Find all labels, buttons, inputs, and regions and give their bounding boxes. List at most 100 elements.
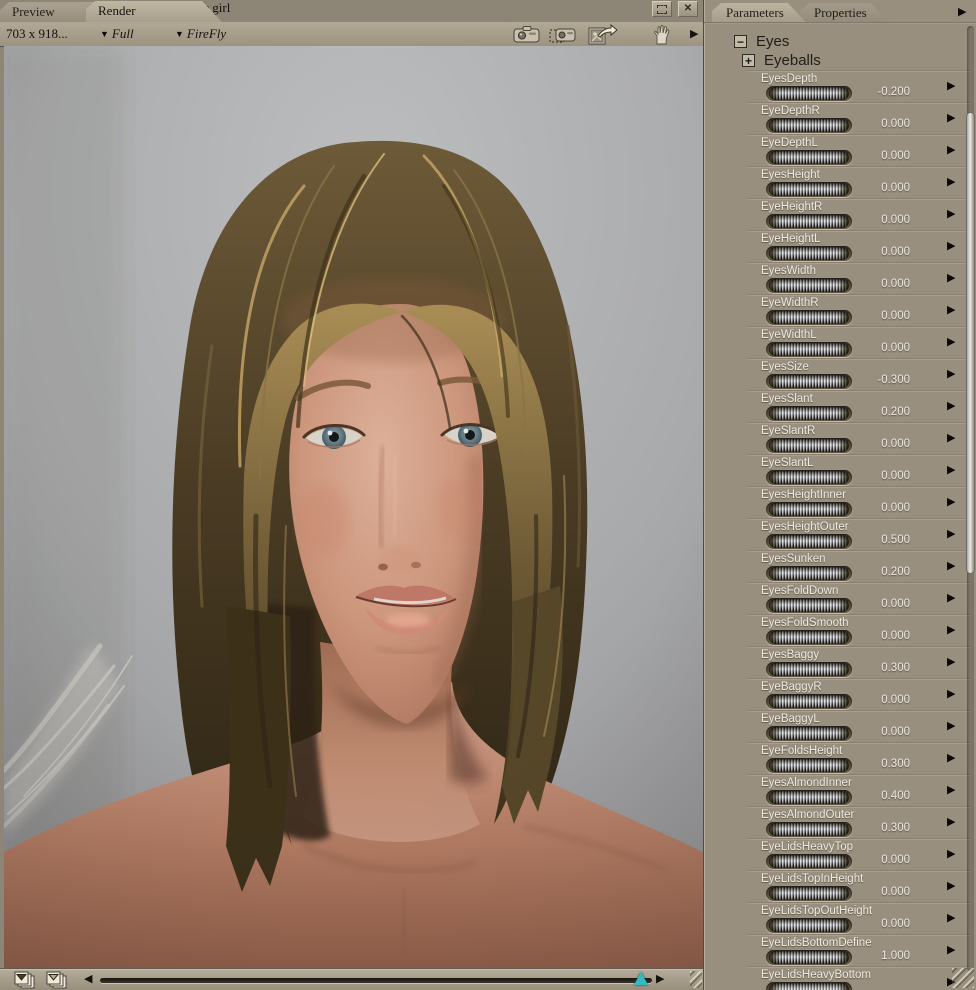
parameter-value[interactable]: 0.200 — [854, 566, 910, 578]
parameter-value[interactable]: 0.400 — [854, 790, 910, 802]
parameter-value[interactable]: 0.000 — [854, 438, 910, 450]
dial-knurl[interactable] — [769, 823, 849, 836]
tree-item-label[interactable]: Eyes — [756, 33, 789, 50]
parameter-flyout-icon[interactable]: ▶ — [947, 911, 955, 924]
parameter-dial[interactable] — [766, 598, 852, 613]
parameter-value[interactable]: -0.200 — [854, 86, 910, 98]
dial-knurl[interactable] — [769, 407, 849, 420]
parameter-flyout-icon[interactable]: ▶ — [947, 367, 955, 380]
parameter-flyout-icon[interactable]: ▶ — [947, 335, 955, 348]
dial-knurl[interactable] — [769, 311, 849, 324]
parameter-flyout-icon[interactable]: ▶ — [947, 239, 955, 252]
parameter-flyout-icon[interactable]: ▶ — [947, 79, 955, 92]
dial-knurl[interactable] — [769, 695, 849, 708]
expand-icon[interactable]: + — [742, 54, 755, 67]
parameter-value[interactable]: 0.000 — [854, 726, 910, 738]
dial-knurl[interactable] — [769, 439, 849, 452]
parameter-value[interactable]: 0.000 — [854, 246, 910, 258]
parameter-dial[interactable] — [766, 630, 852, 645]
parameter-value[interactable]: 0.000 — [854, 630, 910, 642]
parameter-flyout-icon[interactable]: ▶ — [947, 783, 955, 796]
parameter-flyout-icon[interactable]: ▶ — [947, 687, 955, 700]
parameter-dial[interactable] — [766, 886, 852, 901]
dial-knurl[interactable] — [769, 791, 849, 804]
dial-knurl[interactable] — [769, 919, 849, 932]
parameter-value[interactable]: 0.000 — [854, 694, 910, 706]
parameter-dial[interactable] — [766, 982, 852, 990]
scroll-left-icon[interactable]: ◀ — [84, 973, 92, 986]
window-resize-grip[interactable] — [690, 971, 702, 988]
parameter-flyout-icon[interactable]: ▶ — [947, 559, 955, 572]
parameter-flyout-icon[interactable]: ▶ — [947, 431, 955, 444]
parameter-value[interactable]: 1.000 — [854, 950, 910, 962]
parameter-flyout-icon[interactable]: ▶ — [947, 527, 955, 540]
dial-knurl[interactable] — [769, 567, 849, 580]
parameter-value[interactable]: 0.000 — [854, 598, 910, 610]
dial-knurl[interactable] — [769, 247, 849, 260]
parameter-dial[interactable] — [766, 342, 852, 357]
dial-knurl[interactable] — [769, 983, 849, 990]
dial-knurl[interactable] — [769, 599, 849, 612]
export-render-icon[interactable] — [586, 24, 616, 45]
horizontal-scrollbar-thumb[interactable] — [634, 972, 648, 985]
tab-parameters[interactable]: Parameters — [712, 3, 806, 22]
render-size-dropdown[interactable]: ▼Full — [100, 26, 134, 42]
parameter-flyout-icon[interactable]: ▶ — [947, 879, 955, 892]
parameter-dial[interactable] — [766, 758, 852, 773]
parameter-dial[interactable] — [766, 918, 852, 933]
panel-resize-grip[interactable] — [952, 968, 974, 988]
parameter-dial[interactable] — [766, 310, 852, 325]
dial-knurl[interactable] — [769, 151, 849, 164]
parameter-value[interactable]: 0.000 — [854, 214, 910, 226]
toolbar-flyout-icon[interactable]: ▶ — [690, 27, 698, 40]
parameter-flyout-icon[interactable]: ▶ — [947, 847, 955, 860]
render-area-select-icon[interactable] — [548, 24, 578, 45]
parameter-dial[interactable] — [766, 950, 852, 965]
parameter-dial[interactable] — [766, 502, 852, 517]
parameter-value[interactable]: 0.300 — [854, 758, 910, 770]
scroll-right-icon[interactable]: ▶ — [656, 973, 664, 986]
parameter-dial[interactable] — [766, 406, 852, 421]
parameter-dial[interactable] — [766, 790, 852, 805]
dial-knurl[interactable] — [769, 759, 849, 772]
collapse-icon[interactable]: − — [734, 35, 747, 48]
parameter-dial[interactable] — [766, 214, 852, 229]
parameter-flyout-icon[interactable]: ▶ — [947, 943, 955, 956]
parameter-dial[interactable] — [766, 118, 852, 133]
parameter-dial[interactable] — [766, 534, 852, 549]
dial-knurl[interactable] — [769, 215, 849, 228]
parameter-dial[interactable] — [766, 438, 852, 453]
parameter-dial[interactable] — [766, 726, 852, 741]
parameter-value[interactable]: 0.000 — [854, 310, 910, 322]
parameter-value[interactable]: 0.200 — [854, 406, 910, 418]
parameter-flyout-icon[interactable]: ▶ — [947, 111, 955, 124]
parameter-value[interactable]: 0.000 — [854, 470, 910, 482]
render-camera-icon[interactable] — [512, 24, 542, 45]
parameter-value[interactable]: -0.300 — [854, 374, 910, 386]
dial-knurl[interactable] — [769, 887, 849, 900]
parameter-dial[interactable] — [766, 150, 852, 165]
parameter-dial[interactable] — [766, 374, 852, 389]
parameter-flyout-icon[interactable]: ▶ — [947, 271, 955, 284]
parameter-value[interactable]: 0.000 — [854, 886, 910, 898]
dial-knurl[interactable] — [769, 375, 849, 388]
parameter-dial[interactable] — [766, 246, 852, 261]
dial-knurl[interactable] — [769, 503, 849, 516]
parameter-value[interactable]: 0.300 — [854, 822, 910, 834]
parameter-value[interactable]: 0.000 — [854, 854, 910, 866]
tree-item-label[interactable]: Eyeballs — [764, 52, 821, 69]
parameter-flyout-icon[interactable]: ▶ — [947, 591, 955, 604]
parameter-dial[interactable] — [766, 694, 852, 709]
parameter-value[interactable]: 0.000 — [854, 278, 910, 290]
parameter-dial[interactable] — [766, 86, 852, 101]
dial-knurl[interactable] — [769, 631, 849, 644]
parameter-value[interactable]: 0.000 — [854, 342, 910, 354]
parameter-flyout-icon[interactable]: ▶ — [947, 655, 955, 668]
dial-knurl[interactable] — [769, 87, 849, 100]
dial-knurl[interactable] — [769, 183, 849, 196]
dial-knurl[interactable] — [769, 343, 849, 356]
parameter-dial[interactable] — [766, 566, 852, 581]
dial-knurl[interactable] — [769, 535, 849, 548]
dial-knurl[interactable] — [769, 727, 849, 740]
parameter-dial[interactable] — [766, 854, 852, 869]
